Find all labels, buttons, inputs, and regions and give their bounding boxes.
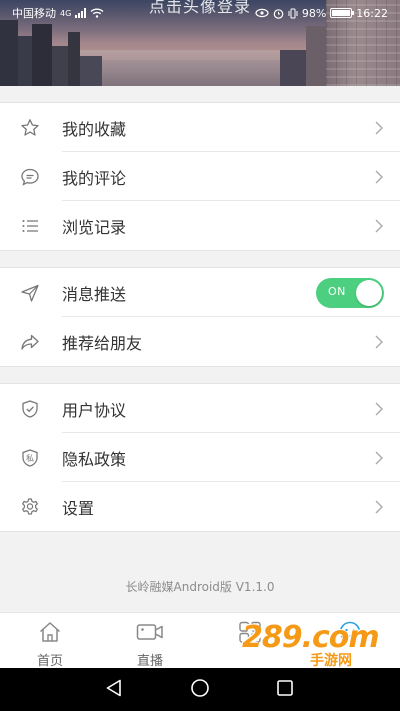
signal-icon	[75, 8, 87, 18]
menu-item-label: 推荐给朋友	[62, 333, 143, 353]
status-left: 中国移动 4G	[12, 5, 104, 21]
menu-item-settings[interactable]: 设置	[0, 482, 400, 531]
privacy-icon-glyph: 私	[26, 454, 34, 463]
wifi-icon	[90, 8, 104, 18]
menu-item-label: 隐私政策	[62, 449, 127, 469]
menu-item-push: 消息推送 ON	[0, 268, 400, 317]
battery-icon	[330, 8, 355, 18]
shield-check-icon	[20, 399, 40, 419]
chevron-right-icon	[374, 218, 384, 234]
back-icon[interactable]	[106, 679, 122, 701]
chevron-right-icon	[374, 450, 384, 466]
menu-group-notifications: 消息推送 ON 推荐给朋友	[0, 267, 400, 367]
gear-icon	[20, 497, 40, 517]
chevron-right-icon	[374, 169, 384, 185]
recents-icon[interactable]	[276, 679, 294, 701]
menu-item-label: 设置	[62, 498, 95, 518]
tab-label: 直播	[136, 654, 163, 669]
header-building	[80, 56, 102, 86]
header-building	[52, 46, 68, 86]
tab-home[interactable]: 首页	[0, 613, 100, 669]
home-circle-icon[interactable]	[190, 678, 210, 702]
status-bar: 中国移动 4G 98% 16:22	[0, 0, 400, 26]
chevron-right-icon	[374, 499, 384, 515]
menu-item-label: 我的收藏	[62, 119, 127, 139]
menu-item-label: 我的评论	[62, 168, 127, 188]
toggle-state-label: ON	[328, 284, 346, 298]
tab-live[interactable]: 直播	[100, 613, 200, 669]
video-camera-icon	[136, 621, 163, 643]
chevron-right-icon	[374, 120, 384, 136]
menu-item-comments[interactable]: 我的评论	[0, 152, 400, 201]
home-icon	[38, 621, 62, 643]
push-toggle[interactable]: ON	[316, 277, 384, 308]
vibrate-icon	[288, 8, 298, 18]
send-icon	[20, 283, 40, 303]
header-building	[306, 26, 326, 86]
menu-group-legal: 用户协议 私 隐私政策 设置	[0, 383, 400, 532]
privacy-shield-icon: 私	[20, 448, 40, 468]
menu-group-personal: 我的收藏 我的评论 浏览记录	[0, 102, 400, 251]
app-version: 长岭融媒Android版 V1.1.0	[125, 580, 275, 594]
carrier-label: 中国移动	[12, 7, 56, 20]
share-icon	[20, 332, 40, 352]
comment-icon	[20, 167, 40, 187]
star-icon	[20, 118, 40, 138]
header-building	[18, 36, 32, 86]
header-building	[280, 50, 306, 86]
menu-item-label: 用户协议	[62, 400, 127, 420]
chevron-right-icon	[374, 401, 384, 417]
header-building	[32, 24, 52, 86]
eye-icon	[255, 8, 269, 18]
status-right: 98% 16:22	[255, 7, 388, 20]
menu-item-privacy-policy[interactable]: 私 隐私政策	[0, 433, 400, 482]
system-nav-bar	[0, 668, 400, 711]
network-label: 4G	[60, 8, 72, 18]
menu-item-user-agreement[interactable]: 用户协议	[0, 384, 400, 433]
header-building	[68, 32, 80, 86]
menu-item-favorites[interactable]: 我的收藏	[0, 103, 400, 152]
menu-item-history[interactable]: 浏览记录	[0, 201, 400, 250]
watermark-subtext: 手游网	[310, 653, 352, 669]
list-icon	[20, 216, 40, 236]
watermark-logo: 289.com 手游网	[232, 620, 382, 672]
header-building	[0, 20, 18, 86]
battery-percent: 98%	[301, 6, 327, 20]
alarm-icon	[273, 8, 284, 19]
menu-item-label: 消息推送	[62, 284, 127, 304]
menu-item-recommend[interactable]: 推荐给朋友	[0, 317, 400, 366]
tab-label: 首页	[36, 654, 63, 669]
chevron-right-icon	[374, 334, 384, 350]
clock: 16:22	[356, 6, 388, 20]
menu-item-label: 浏览记录	[62, 217, 127, 237]
toggle-knob	[356, 279, 382, 306]
